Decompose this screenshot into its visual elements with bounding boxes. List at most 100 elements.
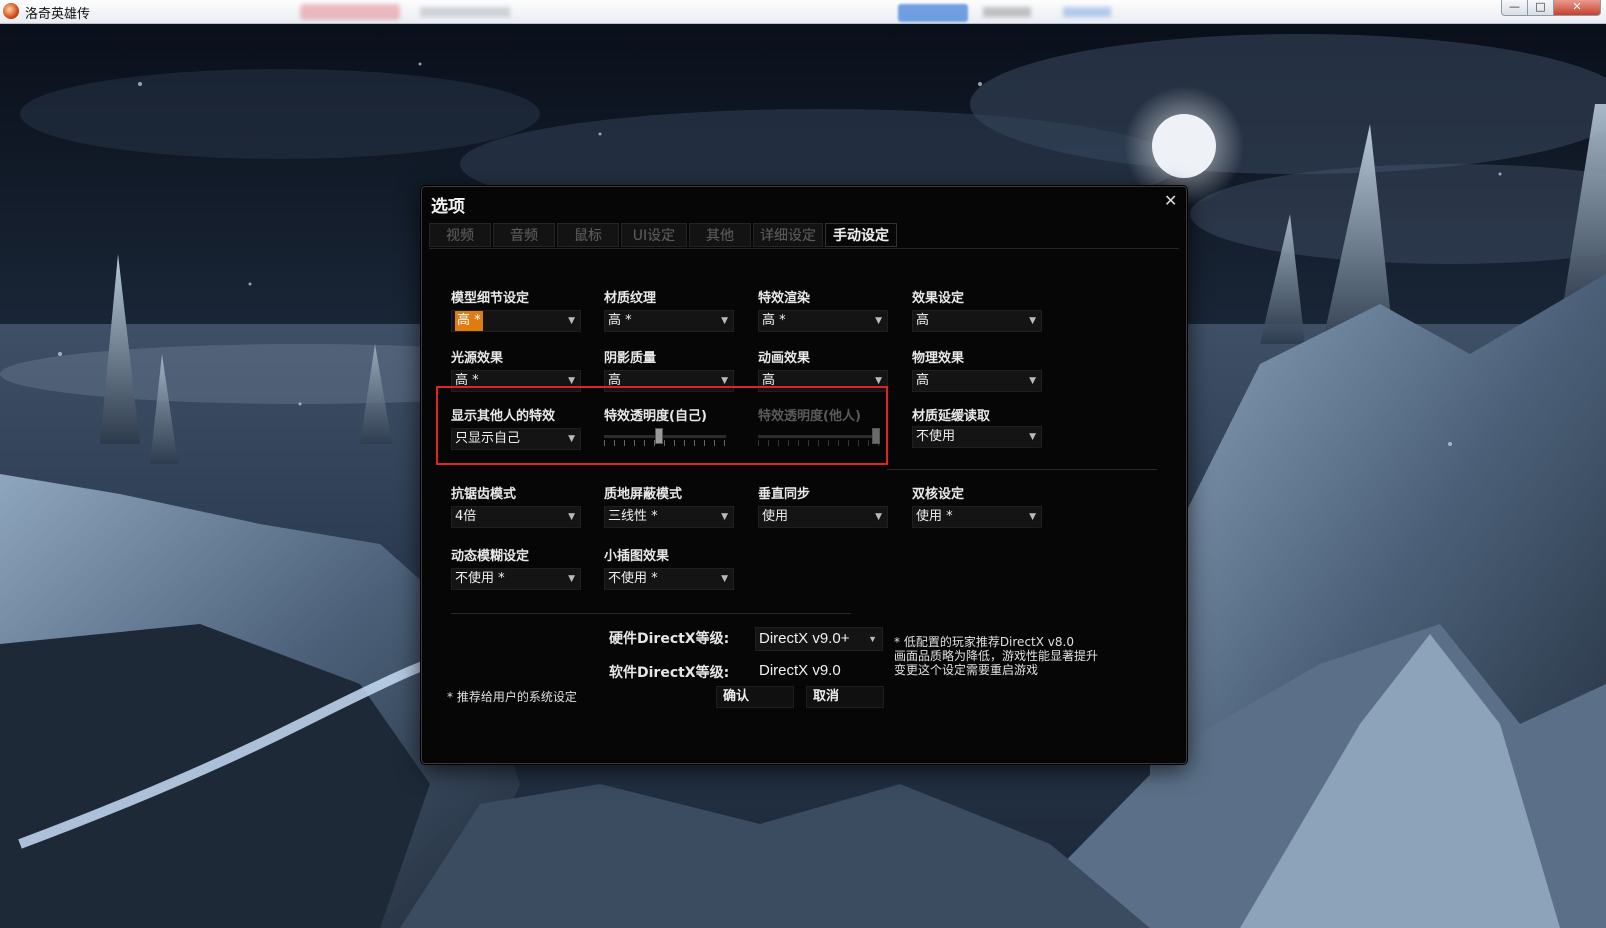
chevron-down-icon: ▼ bbox=[875, 512, 882, 522]
settings-tabs: 视频 音频 鼠标 UI设定 其他 详细设定 手动设定 bbox=[429, 223, 1177, 248]
minimap-effect-select[interactable]: 不使用 * ▼ bbox=[604, 568, 734, 590]
model-detail-select[interactable]: 高 * ▼ bbox=[451, 310, 581, 332]
blurred-text bbox=[420, 7, 510, 17]
slider-thumb[interactable] bbox=[655, 428, 663, 444]
chevron-down-icon: ▼ bbox=[1029, 512, 1036, 522]
effect-render-label: 特效渲染 bbox=[758, 291, 811, 306]
slider-ticks bbox=[604, 440, 726, 446]
vsync-select[interactable]: 使用 ▼ bbox=[758, 506, 888, 528]
effect-render-value: 高 * bbox=[762, 313, 786, 328]
tab-ui[interactable]: UI设定 bbox=[621, 223, 687, 247]
vsync-label: 垂直同步 bbox=[758, 487, 811, 502]
chevron-down-icon: ▼ bbox=[1029, 316, 1036, 326]
dual-core-value: 使用 * bbox=[916, 509, 953, 524]
antialias-select[interactable]: 4倍 ▼ bbox=[451, 506, 581, 528]
effect-alpha-others-slider bbox=[758, 425, 880, 449]
texture-filter-value: 三线性 * bbox=[608, 509, 658, 524]
show-others-effects-value: 只显示自己 bbox=[455, 431, 521, 446]
texture-lazy-load-label: 材质延缓读取 bbox=[912, 409, 991, 424]
chevron-down-icon: ▼ bbox=[1029, 432, 1036, 442]
show-others-effects-label: 显示其他人的特效 bbox=[451, 409, 556, 424]
blurred-text bbox=[983, 7, 1031, 17]
dialog-close-icon[interactable]: ✕ bbox=[1164, 193, 1177, 209]
chevron-down-icon: ▼ bbox=[868, 634, 877, 644]
effect-alpha-self-label: 特效透明度(自己) bbox=[604, 409, 707, 424]
chevron-down-icon: ▼ bbox=[568, 434, 575, 444]
tab-video[interactable]: 视频 bbox=[429, 223, 491, 247]
blurred-button bbox=[898, 4, 968, 22]
chevron-down-icon: ▼ bbox=[721, 574, 728, 584]
chevron-down-icon: ▼ bbox=[568, 574, 575, 584]
section-divider bbox=[887, 469, 1157, 470]
physics-effect-label: 物理效果 bbox=[912, 351, 965, 366]
texture-label: 材质纹理 bbox=[604, 291, 657, 306]
physics-effect-select[interactable]: 高 ▼ bbox=[912, 370, 1042, 392]
window-title: 洛奇英雄传 bbox=[25, 6, 91, 21]
dialog-title: 选项 bbox=[431, 197, 465, 217]
hw-directx-label: 硬件DirectX等级: bbox=[609, 631, 730, 647]
motion-blur-value: 不使用 * bbox=[455, 571, 505, 586]
options-dialog: 选项 ✕ 视频 音频 鼠标 UI设定 其他 详细设定 手动设定 模型细节设定 高… bbox=[421, 186, 1187, 764]
texture-value: 高 * bbox=[608, 313, 632, 328]
minimap-effect-label: 小插图效果 bbox=[604, 549, 670, 564]
tab-other[interactable]: 其他 bbox=[689, 223, 751, 247]
recommend-note: * 推荐给用户的系统设定 bbox=[447, 690, 577, 704]
effect-setting-label: 效果设定 bbox=[912, 291, 965, 306]
animation-effect-label: 动画效果 bbox=[758, 351, 811, 366]
effect-setting-value: 高 bbox=[916, 313, 930, 328]
antialias-label: 抗锯齿模式 bbox=[451, 487, 517, 502]
effect-alpha-self-slider[interactable] bbox=[604, 425, 726, 449]
motion-blur-label: 动态模糊设定 bbox=[451, 549, 530, 564]
dual-core-label: 双核设定 bbox=[912, 487, 965, 502]
texture-lazy-load-value: 不使用 bbox=[916, 429, 956, 444]
minimap-effect-value: 不使用 * bbox=[608, 571, 658, 586]
show-others-effects-select[interactable]: 只显示自己 ▼ bbox=[451, 428, 581, 450]
slider-thumb bbox=[872, 428, 880, 444]
slider-ticks bbox=[758, 440, 880, 446]
chevron-down-icon: ▼ bbox=[875, 316, 882, 326]
minimize-button[interactable]: — bbox=[1501, 0, 1528, 16]
dual-core-select[interactable]: 使用 * ▼ bbox=[912, 506, 1042, 528]
shadow-quality-label: 阴影质量 bbox=[604, 351, 657, 366]
slider-track bbox=[604, 435, 726, 438]
vsync-value: 使用 bbox=[762, 509, 789, 524]
physics-effect-value: 高 bbox=[916, 373, 930, 388]
hw-directx-value: DirectX v9.0+ bbox=[759, 630, 850, 647]
sw-directx-label: 软件DirectX等级: bbox=[609, 665, 730, 681]
model-detail-value: 高 * bbox=[455, 311, 483, 331]
effect-setting-select[interactable]: 高 ▼ bbox=[912, 310, 1042, 332]
app-icon bbox=[3, 3, 19, 19]
confirm-button[interactable]: 确认 bbox=[716, 686, 794, 708]
chevron-down-icon: ▼ bbox=[568, 316, 575, 326]
model-detail-label: 模型细节设定 bbox=[451, 291, 530, 306]
section-divider bbox=[451, 613, 851, 614]
blurred-logo bbox=[300, 4, 400, 20]
effect-alpha-others-label: 特效透明度(他人) bbox=[758, 409, 861, 424]
texture-lazy-load-select[interactable]: 不使用 ▼ bbox=[912, 426, 1042, 448]
directx-note-line-3: 变更这个设定需要重启游戏 bbox=[894, 663, 1039, 677]
tab-manual-settings[interactable]: 手动设定 bbox=[825, 223, 897, 247]
motion-blur-select[interactable]: 不使用 * ▼ bbox=[451, 568, 581, 590]
chevron-down-icon: ▼ bbox=[721, 316, 728, 326]
texture-select[interactable]: 高 * ▼ bbox=[604, 310, 734, 332]
effect-render-select[interactable]: 高 * ▼ bbox=[758, 310, 888, 332]
tab-audio[interactable]: 音频 bbox=[493, 223, 555, 247]
tab-detail-settings[interactable]: 详细设定 bbox=[753, 223, 823, 247]
hw-directx-select[interactable]: DirectX v9.0+ ▼ bbox=[755, 627, 883, 651]
texture-filter-select[interactable]: 三线性 * ▼ bbox=[604, 506, 734, 528]
slider-track bbox=[758, 435, 880, 438]
sw-directx-value: DirectX v9.0 bbox=[759, 662, 841, 679]
close-window-button[interactable]: ✕ bbox=[1553, 0, 1601, 16]
tab-mouse[interactable]: 鼠标 bbox=[557, 223, 619, 247]
maximize-button[interactable]: □ bbox=[1527, 0, 1554, 16]
chevron-down-icon: ▼ bbox=[1029, 376, 1036, 386]
cancel-button[interactable]: 取消 bbox=[806, 686, 884, 708]
blurred-link bbox=[1063, 7, 1111, 17]
chevron-down-icon: ▼ bbox=[568, 512, 575, 522]
window-titlebar: 洛奇英雄传 — □ ✕ bbox=[0, 0, 1606, 24]
texture-filter-label: 质地屏蔽模式 bbox=[604, 487, 683, 502]
tab-divider bbox=[429, 248, 1179, 249]
light-effect-label: 光源效果 bbox=[451, 351, 504, 366]
chevron-down-icon: ▼ bbox=[721, 512, 728, 522]
antialias-value: 4倍 bbox=[455, 509, 477, 524]
